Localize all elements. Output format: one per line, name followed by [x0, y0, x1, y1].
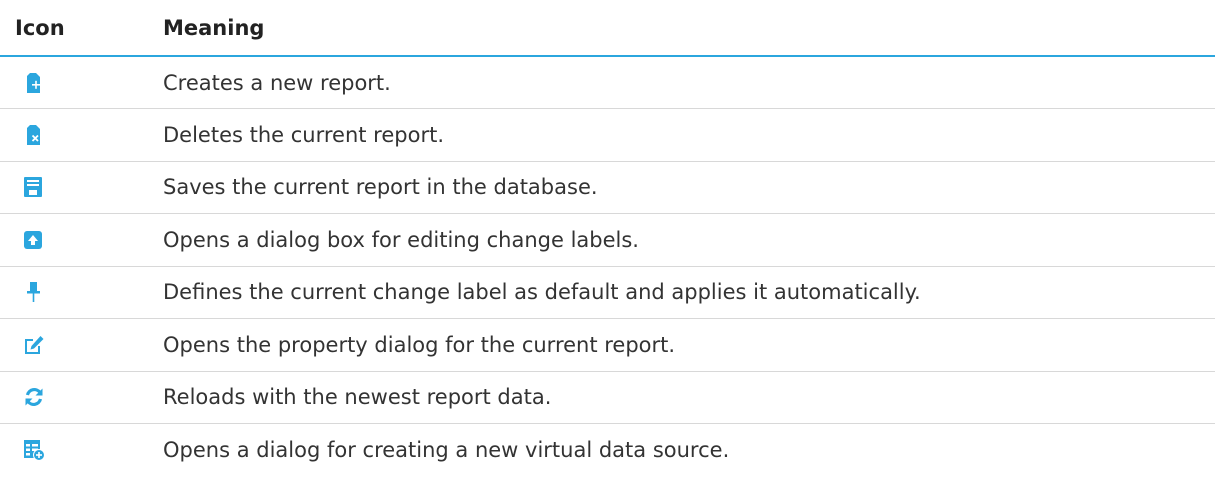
pin-icon [27, 282, 40, 303]
table-row: Defines the current change label as defa… [0, 266, 1215, 319]
meaning-text: Saves the current report in the database… [163, 175, 598, 200]
add-data-source-icon [24, 440, 45, 461]
table-row: Opens a dialog box for editing change la… [0, 214, 1215, 266]
meaning-text: Creates a new report. [163, 70, 391, 95]
save-icon [24, 177, 42, 198]
icon-column-header: Icon [0, 0, 163, 57]
table-row: Saves the current report in the database… [0, 161, 1215, 214]
meaning-text: Defines the current change label as defa… [163, 280, 921, 305]
meaning-column-header: Meaning [163, 0, 1215, 57]
table-row: Deletes the current report. [0, 109, 1215, 161]
meaning-text: Deletes the current report. [163, 122, 444, 147]
table-row: Opens the property dialog for the curren… [0, 319, 1215, 371]
reload-icon [25, 388, 43, 407]
meaning-text: Opens the property dialog for the curren… [163, 332, 676, 357]
meaning-text: Opens a dialog box for editing change la… [163, 227, 639, 252]
table-row: Creates a new report. [0, 56, 1215, 109]
meaning-text: Reloads with the newest report data. [163, 385, 552, 410]
table-row: Opens a dialog for creating a new virtua… [0, 424, 1215, 477]
icon-meaning-table: Icon Meaning Creates a new report. Delet… [0, 0, 1215, 476]
new-report-icon [27, 72, 40, 93]
table-header-row: Icon Meaning [0, 0, 1215, 57]
table-row: Reloads with the newest report data. [0, 371, 1215, 424]
change-labels-icon [24, 230, 42, 249]
delete-report-icon [27, 124, 40, 145]
meaning-text: Opens a dialog for creating a new virtua… [163, 438, 730, 462]
edit-properties-icon [25, 335, 44, 354]
